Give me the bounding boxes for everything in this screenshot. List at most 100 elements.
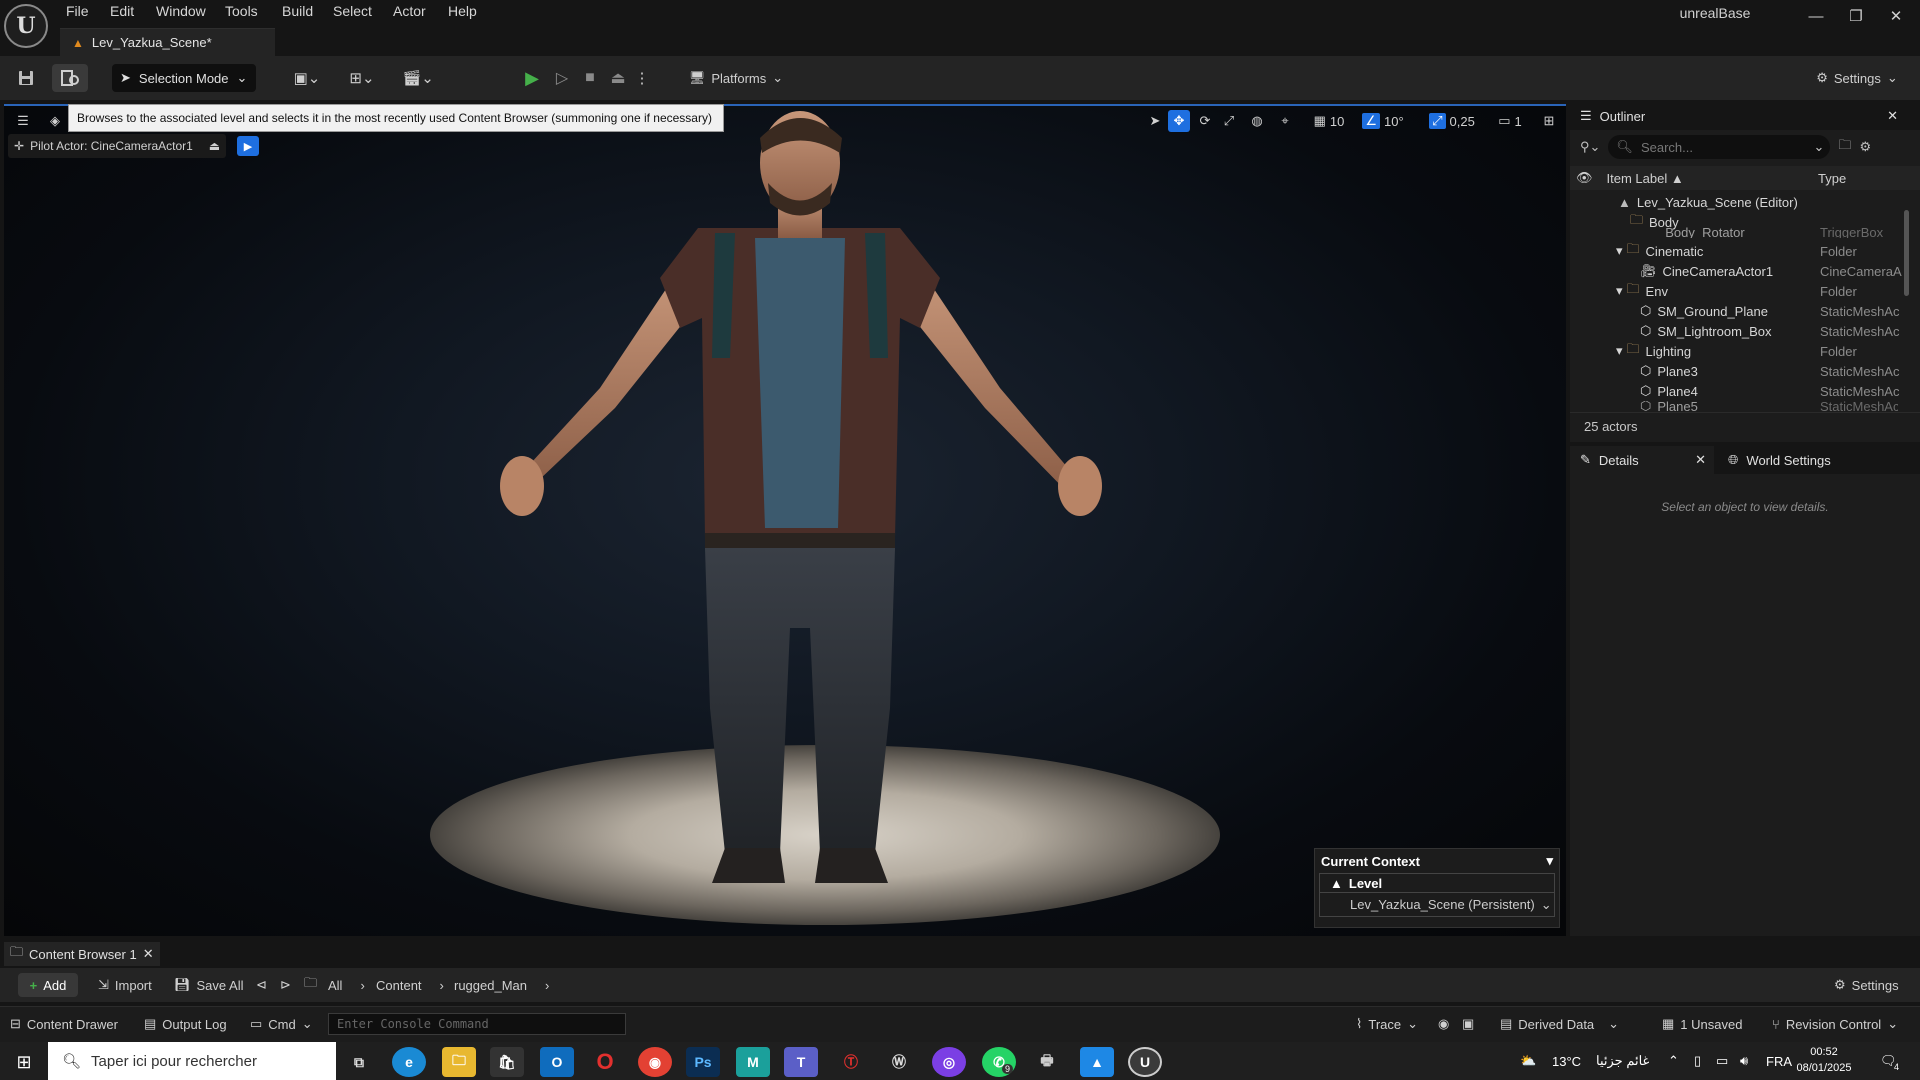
save-all-button[interactable]: 💾︎ Save All (174, 975, 244, 995)
trace-dropdown[interactable]: ⌇ Trace ⌄ (1356, 1013, 1418, 1035)
unreal-taskbar-icon[interactable]: U (1128, 1047, 1162, 1077)
output-log-button[interactable]: ▤ Output Log (144, 1013, 227, 1035)
cmd-dropdown[interactable]: ▭ Cmd ⌄ (250, 1013, 313, 1035)
restore-button[interactable]: ❐ (1836, 2, 1876, 30)
unreal-logo-icon[interactable]: U (4, 4, 48, 48)
outliner-search-input[interactable]: 🔍︎ Search... ⌄ (1608, 135, 1831, 159)
save-icon[interactable] (12, 64, 40, 92)
details-tab[interactable]: ✎ Details ✕ (1570, 446, 1714, 474)
play-icon[interactable]: ▶ (518, 64, 546, 92)
gear-icon[interactable]: ⚙ (1859, 139, 1871, 155)
outliner-scrollbar[interactable] (1904, 210, 1909, 296)
expand-arrow-icon[interactable]: ▾ (1616, 283, 1623, 299)
outliner-row-level[interactable]: ▲ Lev_Yazkua_Scene (Editor) (1572, 192, 1898, 212)
outliner-row-ground-plane[interactable]: ⬡ SM_Ground_Plane StaticMeshAc (1572, 301, 1899, 321)
w-app-icon[interactable]: Ⓦ (882, 1047, 916, 1077)
col-item-label[interactable]: Item Label ▲ (1607, 171, 1684, 186)
simulate-icon[interactable]: ▷ (548, 64, 576, 92)
outliner-row-plane5[interactable]: ⬡ Plane5 StaticMeshAc (1572, 401, 1898, 411)
visibility-eye-icon[interactable]: 👁︎ (1576, 170, 1593, 186)
blueprint-icon[interactable]: ⊞⌄ (342, 64, 382, 92)
language-indicator[interactable]: FRA (1766, 1050, 1792, 1072)
messenger-icon[interactable]: ◎ (932, 1047, 966, 1077)
outliner-row-plane4[interactable]: ⬡ Plane4 StaticMeshAc (1572, 381, 1899, 401)
minimize-button[interactable]: — (1796, 2, 1836, 30)
platforms-dropdown[interactable]: 🖥︎ Platforms ⌄ (686, 64, 786, 92)
camera-speed-toggle[interactable]: ▭ 1 (1490, 110, 1530, 132)
opera-icon[interactable]: O (588, 1047, 622, 1077)
browse-level-icon[interactable] (52, 64, 88, 92)
chevron-up-icon[interactable]: ⌃ (1668, 1050, 1679, 1072)
content-browser-tab[interactable]: 🗀︎ Content Browser 1 ✕ (4, 942, 160, 966)
outliner-row-plane3[interactable]: ⬡ Plane3 StaticMeshAc (1572, 361, 1899, 381)
task-view-icon[interactable]: ⧉ (342, 1047, 376, 1077)
outliner-row-env[interactable]: ▾ 🗀︎ Env Folder (1572, 281, 1898, 301)
battery-icon[interactable]: ▭ (1716, 1050, 1728, 1072)
printer-app-icon[interactable]: 🖶︎ (1030, 1047, 1064, 1077)
clock[interactable]: 00:52 08/01/2025 (1792, 1044, 1856, 1076)
weather-icon[interactable]: ⛅ (1520, 1050, 1536, 1072)
edge-icon[interactable]: e (392, 1047, 426, 1077)
scale-tool-icon[interactable]: ⤢ (1218, 110, 1240, 132)
device-icon[interactable]: ▯ (1694, 1050, 1701, 1072)
expand-arrow-icon[interactable]: ▾ (1616, 343, 1623, 359)
photoshop-icon[interactable]: Ps (686, 1047, 720, 1077)
unsaved-button[interactable]: ▦ 1 Unsaved (1662, 1013, 1742, 1035)
eject-icon[interactable]: ⏏ (604, 64, 632, 92)
windows-start-icon[interactable]: ⊞ (12, 1050, 36, 1074)
surface-snap-icon[interactable]: ⌖ (1274, 110, 1296, 132)
expand-arrow-icon[interactable]: ▾ (1616, 243, 1623, 259)
selection-mode-dropdown[interactable]: ➤ Selection Mode ⌄ (112, 64, 256, 92)
speaker-icon[interactable]: 🔊︎ (1740, 1050, 1748, 1072)
menu-build[interactable]: Build (282, 3, 313, 19)
t-app-icon[interactable]: Ⓣ (834, 1047, 868, 1077)
translate-tool-icon[interactable]: ✥ (1168, 110, 1190, 132)
close-icon[interactable]: ✕ (1695, 452, 1706, 468)
camera-preview-icon[interactable]: ▶ (237, 136, 259, 156)
folder-icon[interactable]: 🗀︎ (304, 975, 317, 995)
outliner-tab[interactable]: ☰ Outliner ✕ (1570, 102, 1920, 130)
menu-window[interactable]: Window (156, 3, 206, 19)
chrome-icon[interactable]: ◉ (638, 1047, 672, 1077)
outliner-row-lighting[interactable]: ▾ 🗀︎ Lighting Folder (1572, 341, 1898, 361)
viewport-layout-icon[interactable]: ⊞ (1538, 110, 1560, 132)
console-input[interactable]: Enter Console Command (328, 1013, 626, 1035)
screenshot-icon[interactable]: ▣ (1462, 1013, 1474, 1035)
close-button[interactable]: ✕ (1876, 2, 1916, 30)
m-app-icon[interactable]: M (736, 1047, 770, 1077)
menu-select[interactable]: Select (333, 3, 372, 19)
content-drawer-button[interactable]: ⊟ Content Drawer (10, 1013, 118, 1035)
rotate-tool-icon[interactable]: ⟳ (1194, 110, 1216, 132)
record-icon[interactable]: ◉ (1438, 1013, 1449, 1035)
store-icon[interactable]: 🛍︎ (490, 1047, 524, 1077)
world-settings-tab[interactable]: 🌐︎ World Settings (1714, 452, 1831, 468)
cinematics-icon[interactable]: 🎬︎⌄ (398, 64, 438, 92)
derived-data-dropdown[interactable]: ▤ Derived Data ⌄ (1500, 1013, 1619, 1035)
breadcrumb-content[interactable]: Content › (376, 975, 444, 995)
content-browser-settings[interactable]: ⚙ Settings (1834, 975, 1899, 995)
filter-icon[interactable]: ⚲⌄ (1580, 139, 1600, 155)
rotation-snap-toggle[interactable]: ∠ 10° (1360, 110, 1406, 132)
blue-app-icon[interactable]: ▲ (1080, 1047, 1114, 1077)
col-type[interactable]: Type (1818, 171, 1846, 186)
teams-icon[interactable]: T (784, 1047, 818, 1077)
eject-pilot-icon[interactable]: ⏏ (209, 139, 220, 153)
menu-tools[interactable]: Tools (225, 3, 258, 19)
world-space-icon[interactable]: ◍ (1246, 110, 1268, 132)
perspective-icon[interactable]: ◈ (44, 110, 66, 132)
grid-snap-toggle[interactable]: ▦ 10 (1306, 110, 1352, 132)
add-actor-icon[interactable]: ▣⌄ (286, 64, 328, 92)
outliner-row-cinecamera[interactable]: 🎥︎ CineCameraActor1 CineCameraA (1572, 261, 1902, 281)
settings-dropdown[interactable]: ⚙ Settings ⌄ (1810, 64, 1904, 92)
level-tab[interactable]: ▲ Lev_Yazkua_Scene* (60, 28, 275, 56)
add-button[interactable]: + Add (18, 973, 78, 997)
menu-file[interactable]: File (66, 3, 89, 19)
close-icon[interactable]: ✕ (1887, 108, 1898, 124)
breadcrumb-rugged-man[interactable]: rugged_Man › (454, 975, 549, 995)
revision-control-dropdown[interactable]: ⑂ Revision Control ⌄ (1772, 1013, 1898, 1035)
context-level-dropdown[interactable]: Lev_Yazkua_Scene (Persistent) ⌄ (1319, 893, 1555, 917)
outlook-icon[interactable]: O (540, 1047, 574, 1077)
history-back-icon[interactable]: ⊲ (256, 975, 267, 995)
import-button[interactable]: ⇲ Import (98, 975, 152, 995)
breadcrumb-all[interactable]: All › (328, 975, 365, 995)
